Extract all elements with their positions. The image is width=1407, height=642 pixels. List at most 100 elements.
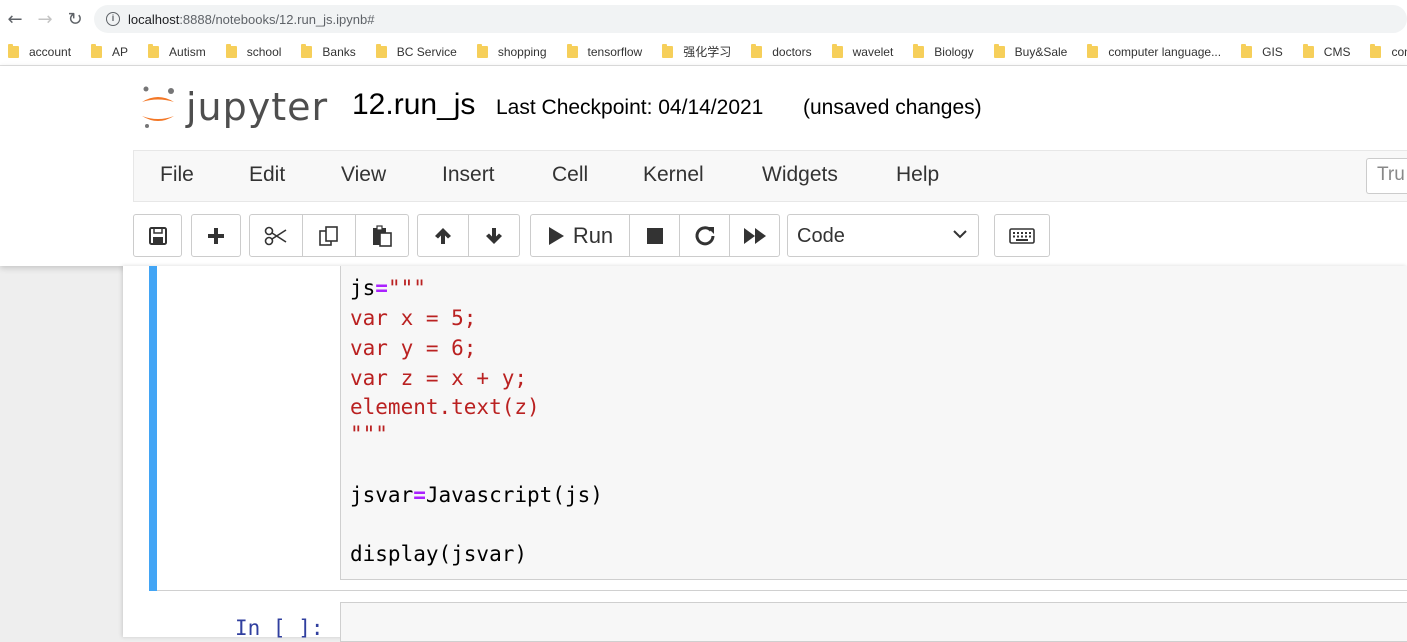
folder-icon bbox=[8, 43, 19, 58]
folder-icon bbox=[148, 43, 160, 58]
move-up-button[interactable] bbox=[417, 214, 469, 257]
cell-type-select[interactable]: Code bbox=[787, 214, 979, 257]
folder-icon bbox=[1087, 43, 1099, 58]
chevron-down-icon bbox=[953, 230, 967, 239]
paste-button[interactable] bbox=[355, 214, 409, 257]
bookmark-tensorflow[interactable]: tensorflow bbox=[566, 43, 642, 59]
menu-file[interactable]: File bbox=[160, 163, 194, 187]
folder-icon bbox=[1370, 43, 1382, 58]
restart-run-all-button[interactable] bbox=[729, 214, 780, 257]
insert-cell-button[interactable] bbox=[191, 214, 241, 257]
arrow-up-icon bbox=[435, 227, 451, 244]
folder-icon bbox=[751, 43, 763, 58]
code-line: var x = 5; bbox=[350, 306, 477, 330]
notebook-container: js=""" var x = 5; var y = 6; var z = x +… bbox=[123, 266, 1407, 642]
bookmark-autism[interactable]: Autism bbox=[148, 43, 206, 59]
copy-icon bbox=[319, 225, 338, 246]
menubar: File Edit View Insert Cell Kernel Widget… bbox=[133, 150, 1407, 202]
menu-cell[interactable]: Cell bbox=[552, 163, 588, 187]
folder-icon bbox=[566, 43, 578, 58]
back-arrow-icon[interactable]: ← bbox=[0, 4, 30, 34]
cut-button[interactable] bbox=[249, 214, 303, 257]
arrow-down-icon bbox=[486, 227, 502, 244]
code-line: """ bbox=[350, 422, 388, 446]
plus-icon bbox=[208, 227, 224, 244]
code-line: element.text(z) bbox=[350, 395, 540, 419]
fast-forward-icon bbox=[743, 227, 766, 244]
scissors-icon bbox=[264, 226, 287, 245]
code-editor[interactable]: js=""" var x = 5; var y = 6; var z = x +… bbox=[340, 266, 1407, 580]
stop-icon bbox=[646, 227, 663, 244]
bookmark-biology[interactable]: Biology bbox=[913, 43, 974, 59]
folder-icon bbox=[91, 43, 103, 58]
folder-icon bbox=[993, 43, 1005, 58]
folder-icon bbox=[1241, 43, 1253, 58]
move-down-button[interactable] bbox=[468, 214, 520, 257]
bookmark-rl[interactable]: 强化学习 bbox=[662, 43, 731, 60]
bookmark-ap[interactable]: AP bbox=[91, 43, 128, 59]
bookmark-doctors[interactable]: doctors bbox=[751, 43, 812, 59]
menu-view[interactable]: View bbox=[341, 163, 386, 187]
bookmark-account[interactable]: account bbox=[8, 43, 71, 59]
folder-icon bbox=[662, 43, 674, 58]
play-icon bbox=[548, 226, 564, 245]
folder-icon bbox=[375, 43, 387, 58]
menu-help[interactable]: Help bbox=[896, 163, 939, 187]
bookmark-banks[interactable]: Banks bbox=[301, 43, 356, 59]
bookmark-cms[interactable]: CMS bbox=[1302, 43, 1350, 59]
code-line: var z = x + y; bbox=[350, 366, 528, 390]
folder-icon bbox=[831, 43, 843, 58]
menu-widgets[interactable]: Widgets bbox=[762, 163, 838, 187]
bookmark-gis[interactable]: GIS bbox=[1241, 43, 1283, 59]
jupyter-header: jupyter 12.run_js Last Checkpoint: 04/14… bbox=[0, 66, 1407, 266]
jupyter-logo[interactable]: jupyter bbox=[138, 82, 328, 132]
code-line: display(jsvar) bbox=[350, 542, 528, 566]
code-line: js=""" bbox=[350, 276, 426, 300]
browser-url-bar: ← → ↻ i localhost:8888/notebooks/12.run_… bbox=[0, 0, 1407, 38]
bookmark-school[interactable]: school bbox=[225, 43, 281, 59]
code-line: var y = 6; bbox=[350, 336, 477, 360]
info-icon[interactable]: i bbox=[106, 12, 120, 26]
bookmark-buy-sale[interactable]: Buy&Sale bbox=[993, 43, 1067, 59]
save-icon bbox=[148, 226, 167, 245]
keyboard-icon bbox=[1009, 227, 1035, 244]
trusted-indicator[interactable]: Tru bbox=[1366, 158, 1407, 194]
bookmark-wavelet[interactable]: wavelet bbox=[831, 43, 893, 59]
logo-text: jupyter bbox=[186, 85, 329, 129]
menu-kernel[interactable]: Kernel bbox=[643, 163, 704, 187]
paste-icon bbox=[373, 224, 392, 247]
reload-icon[interactable]: ↻ bbox=[60, 4, 90, 34]
folder-icon bbox=[301, 43, 313, 58]
jupyter-logo-icon bbox=[138, 82, 178, 132]
interrupt-button[interactable] bbox=[629, 214, 680, 257]
notebook-toolbar: Run Code bbox=[0, 212, 1407, 258]
restart-button[interactable] bbox=[679, 214, 730, 257]
forward-arrow-icon[interactable]: → bbox=[30, 4, 60, 34]
folder-icon bbox=[225, 43, 237, 58]
checkpoint-status: Last Checkpoint: 04/14/2021 bbox=[496, 96, 764, 119]
run-label: Run bbox=[572, 222, 614, 248]
selected-cell-indicator bbox=[149, 266, 157, 591]
copy-button[interactable] bbox=[302, 214, 356, 257]
run-button[interactable]: Run bbox=[530, 214, 630, 257]
folder-icon bbox=[913, 43, 925, 58]
menu-insert[interactable]: Insert bbox=[442, 163, 495, 187]
bookmark-compa[interactable]: compa bbox=[1370, 43, 1407, 59]
url-path: :8888/notebooks/12.run_js.ipynb# bbox=[179, 11, 375, 27]
restart-icon bbox=[695, 225, 714, 245]
command-palette-button[interactable] bbox=[994, 214, 1050, 257]
bookmark-computer-language[interactable]: computer language... bbox=[1087, 43, 1221, 59]
menu-edit[interactable]: Edit bbox=[249, 163, 285, 187]
bookmark-bc-service[interactable]: BC Service bbox=[375, 43, 457, 59]
folder-icon bbox=[476, 43, 488, 58]
notebook-name[interactable]: 12.run_js bbox=[352, 88, 475, 122]
cell-type-value: Code bbox=[797, 225, 845, 247]
bookmark-shopping[interactable]: shopping bbox=[476, 43, 547, 59]
save-button[interactable] bbox=[133, 214, 182, 257]
bookmarks-bar: account AP Autism school Banks BC Servic… bbox=[0, 38, 1407, 66]
code-editor-empty[interactable] bbox=[340, 602, 1407, 642]
address-bar[interactable]: i localhost:8888/notebooks/12.run_js.ipy… bbox=[94, 5, 1407, 33]
folder-icon bbox=[1302, 43, 1314, 58]
code-line: jsvar=Javascript(js) bbox=[350, 483, 603, 507]
input-prompt: In [ ]: bbox=[235, 616, 324, 640]
